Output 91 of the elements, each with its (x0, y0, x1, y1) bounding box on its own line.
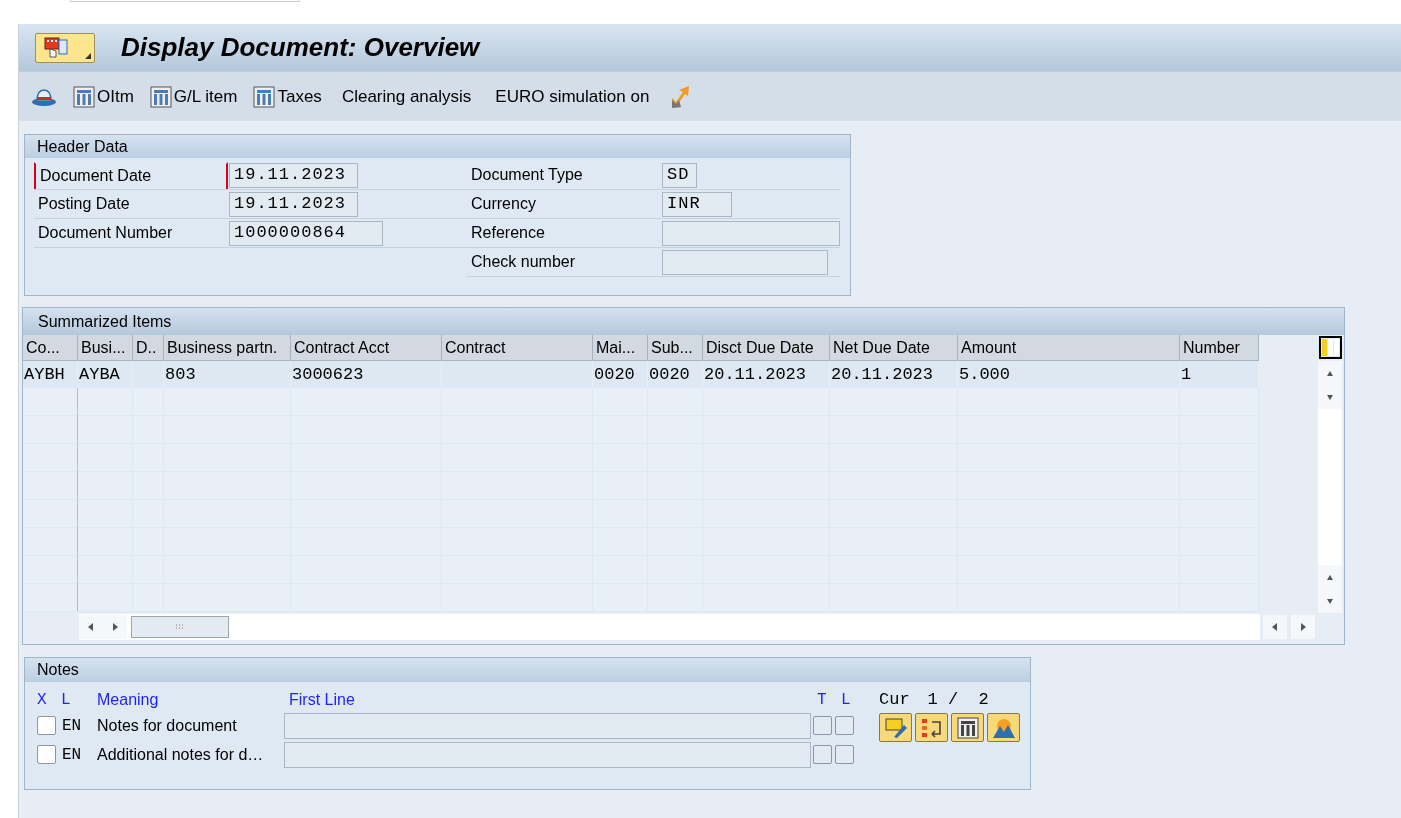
table-cell: 5.000 (958, 361, 1180, 388)
language-code: EN (62, 715, 83, 737)
caret-icon (85, 52, 91, 59)
table-cell: 0020 (648, 361, 703, 388)
checkbox[interactable] (37, 745, 56, 764)
column-header[interactable]: Contract Acct (291, 335, 442, 361)
column-header: First Line (289, 689, 356, 710)
scroll-left-button[interactable] (1263, 615, 1287, 639)
column-header[interactable]: Contract (442, 335, 593, 361)
table-icon (955, 716, 980, 739)
table-cell: 20.11.2023 (703, 361, 830, 388)
panel-title: Header Data (25, 135, 850, 158)
first-line-field[interactable] (284, 741, 811, 768)
column-header: L (841, 689, 852, 711)
field-label: Check number (470, 252, 577, 272)
checkbox[interactable] (37, 716, 56, 735)
toolbar-button[interactable]: G/L item (145, 83, 242, 110)
scroll-thumb[interactable] (131, 616, 229, 638)
scroll-right-button[interactable] (103, 615, 127, 639)
diagonal-arrow-icon (669, 83, 692, 110)
table-cell: AYBH (23, 361, 78, 388)
table-cell: 20.11.2023 (830, 361, 958, 388)
column-header[interactable]: Amount (958, 335, 1180, 361)
column-header: X (37, 689, 48, 711)
menu-button[interactable] (35, 32, 95, 63)
scroll-down-button[interactable] (1318, 589, 1342, 613)
note-action-button[interactable] (879, 713, 912, 742)
page-indicator: 1 / 2 (927, 688, 989, 711)
table-cell: 3000623 (291, 361, 442, 388)
column-header[interactable]: Sub... (648, 335, 703, 361)
landscape-icon (991, 716, 1016, 739)
list-arrow-icon (919, 716, 944, 739)
field-label: Document Number (37, 223, 174, 243)
table-cell: 1 (1180, 361, 1259, 388)
table-cell: 0020 (593, 361, 648, 388)
table-cell: 803 (164, 361, 291, 388)
scroll-up-button[interactable] (1318, 565, 1342, 589)
note-action-button[interactable] (915, 713, 948, 742)
grip-icon (175, 624, 185, 630)
flag-field[interactable] (813, 716, 832, 735)
display-field[interactable]: INR (662, 191, 732, 217)
field-label: Document Type (470, 165, 584, 185)
toolbar-button[interactable]: OItm (69, 83, 138, 110)
table-icon (73, 85, 95, 108)
field-label: Reference (470, 223, 546, 243)
field-label: Posting Date (37, 194, 131, 214)
column-header[interactable]: Business partn. (164, 335, 291, 361)
toolbar-button[interactable]: Clearing analysis (333, 83, 480, 110)
column-header: T (817, 689, 828, 711)
column-header[interactable]: Number (1180, 335, 1259, 361)
note-meaning: Notes for document (97, 715, 238, 736)
window-title: Display Document: Overview (121, 31, 480, 64)
flag-field[interactable] (813, 745, 832, 764)
toolbar-button[interactable]: Taxes (249, 83, 326, 110)
note-action-button[interactable] (951, 713, 984, 742)
note-action-button[interactable] (987, 713, 1020, 742)
display-field[interactable]: 19.11.2023 (229, 162, 358, 188)
table-icon (149, 85, 172, 108)
toolbar-button[interactable]: EURO simulation on (487, 83, 658, 110)
panel-title: Summarized Items (23, 308, 1344, 335)
menu-icon (44, 36, 68, 59)
scrollbar-track[interactable] (79, 614, 1260, 640)
scroll-right-button[interactable] (1291, 615, 1315, 639)
column-header[interactable]: Mai... (593, 335, 648, 361)
note-meaning: Additional notes for d… (97, 744, 265, 765)
display-field[interactable] (662, 220, 840, 246)
display-field[interactable] (662, 249, 828, 275)
field-label: Currency (470, 194, 537, 214)
column-header[interactable]: Co... (23, 335, 78, 361)
scroll-left-button[interactable] (79, 615, 103, 639)
column-header: L (61, 689, 72, 711)
first-line-field[interactable] (284, 712, 811, 739)
column-header[interactable]: Busi... (78, 335, 133, 361)
language-code: EN (62, 744, 83, 766)
table-cell: AYBA (78, 361, 133, 388)
display-field[interactable]: SD (662, 162, 697, 188)
column-header: Meaning (97, 689, 160, 710)
display-field[interactable]: 1000000864 (229, 220, 383, 246)
flag-field[interactable] (835, 716, 854, 735)
scroll-up-button[interactable] (1318, 361, 1342, 385)
panel-title: Notes (25, 658, 1030, 682)
flag-field[interactable] (835, 745, 854, 764)
column-layout-icon[interactable] (1318, 336, 1342, 359)
edit-note-icon (883, 716, 908, 739)
column-header[interactable]: D.. (133, 335, 164, 361)
scroll-down-button[interactable] (1318, 385, 1342, 409)
cursor-label: Cur (879, 688, 910, 711)
column-header[interactable]: Net Due Date (830, 335, 958, 361)
display-field[interactable]: 19.11.2023 (229, 191, 358, 217)
table-icon (253, 85, 276, 108)
column-header[interactable]: Disct Due Date (703, 335, 830, 361)
